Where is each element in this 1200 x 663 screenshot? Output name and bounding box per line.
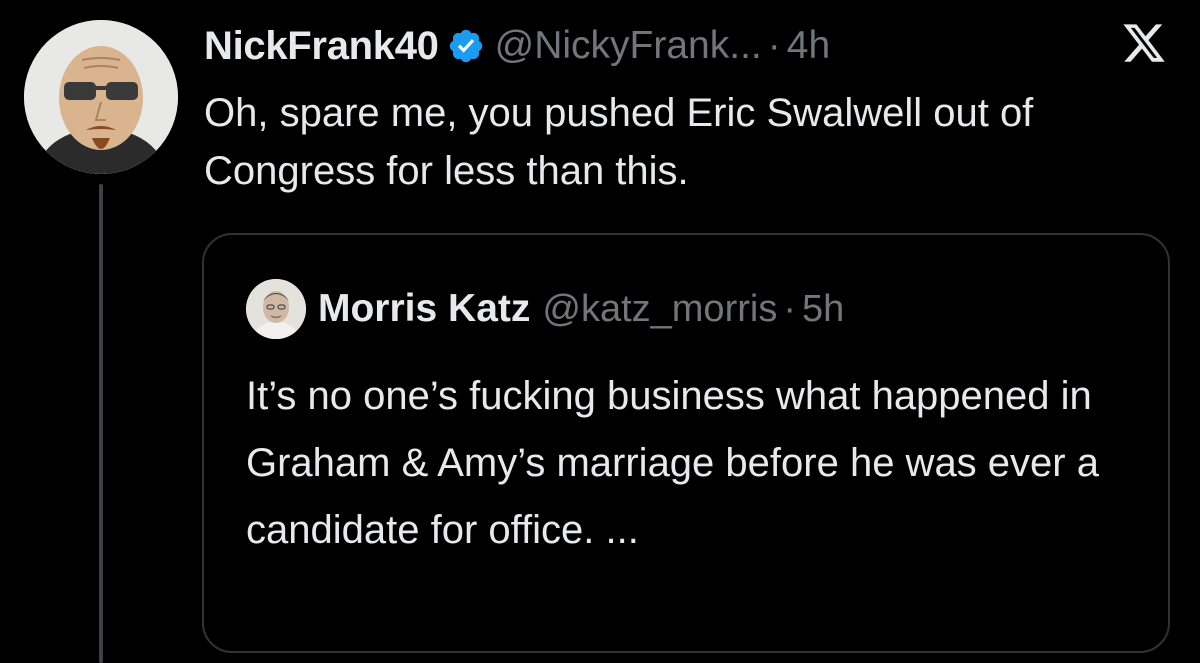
verified-badge-icon [449,29,482,63]
avatar[interactable] [24,20,178,174]
quoted-avatar[interactable] [246,279,306,339]
quoted-handle[interactable]: @katz_morris [542,288,777,331]
separator-dot: · [767,24,781,67]
quoted-tweet-header: Morris Katz @katz_morris · 5h [246,279,844,339]
quoted-avatar-image [246,279,306,339]
avatar-image [24,20,178,174]
quoted-display-name[interactable]: Morris Katz [318,287,530,331]
display-name[interactable]: NickFrank40 [204,24,439,69]
tweet-text: Oh, spare me, you pushed Eric Swalwell o… [204,91,1034,193]
thread-line [99,184,103,663]
quoted-tweet-text: It’s no one’s fucking business what happ… [246,374,1099,552]
quoted-tweet-card[interactable]: Morris Katz @katz_morris · 5h It’s no on… [202,233,1170,653]
quoted-timestamp[interactable]: 5h [802,288,844,331]
handle[interactable]: @NickyFrank... [495,24,762,68]
tweet-header: NickFrank40 @NickyFrank... · 4h [204,18,830,74]
x-logo-icon [1123,24,1165,62]
timestamp[interactable]: 4h [787,24,830,68]
tweet: NickFrank40 @NickyFrank... · 4h Oh, spar… [0,0,1200,663]
quoted-separator-dot: · [783,287,796,330]
